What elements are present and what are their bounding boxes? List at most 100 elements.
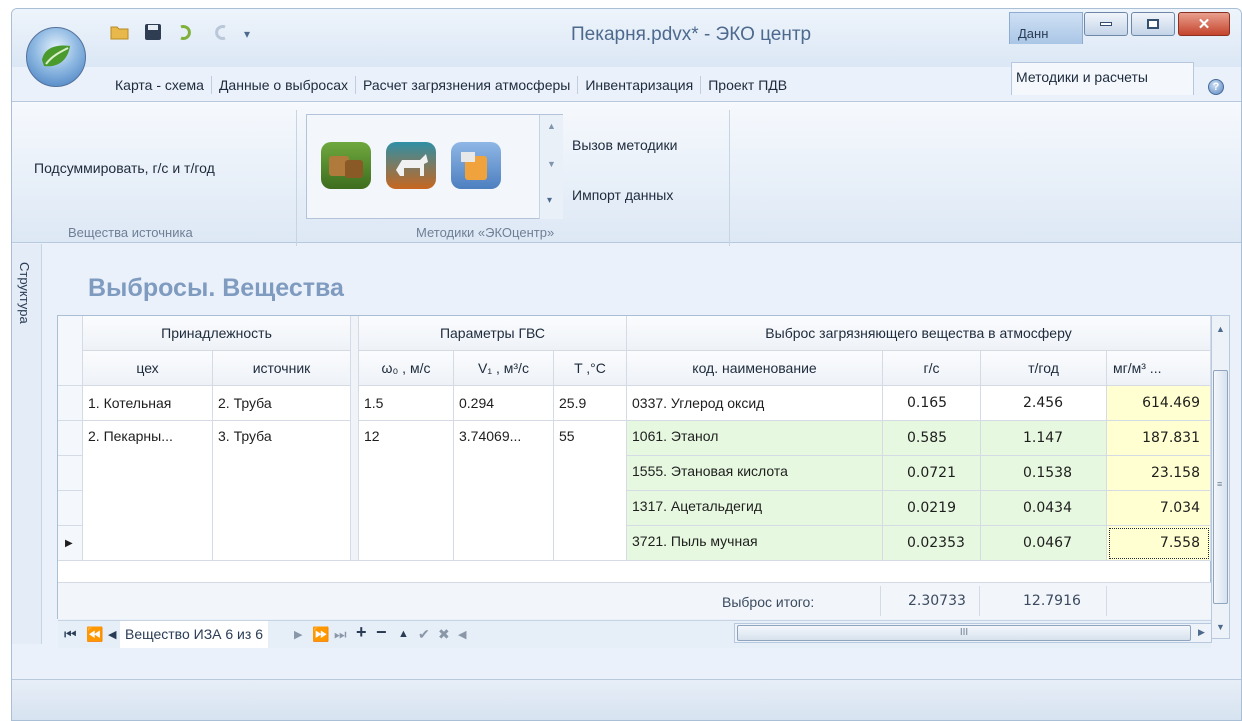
tab-methods[interactable]: Методики и расчеты — [1011, 62, 1194, 95]
cell-omega[interactable]: 1.5 — [359, 386, 454, 421]
bucket-paint-icon[interactable] — [451, 142, 501, 189]
import-data-button[interactable]: Импорт данных — [572, 187, 673, 203]
current-row-indicator-icon[interactable]: ▶ — [58, 526, 83, 561]
first-record-icon[interactable]: ⏮ — [64, 626, 77, 643]
call-method-button[interactable]: Вызов методики — [572, 137, 677, 153]
scroll-right-icon[interactable]: ▶ — [1198, 627, 1205, 638]
column-header-mg[interactable]: мг/м³ ... — [1107, 351, 1211, 386]
cell-tg[interactable]: 0.1538 — [981, 456, 1107, 491]
cell-omega[interactable]: 12 — [359, 421, 454, 561]
column-header-gs[interactable]: г/с — [883, 351, 981, 386]
cell-gs[interactable]: 0.02353 — [883, 526, 981, 561]
minimize-button[interactable] — [1084, 12, 1128, 36]
gallery-scroll[interactable]: ▲ ▼ ▾ — [539, 115, 563, 219]
total-gs: 2.30733 — [908, 593, 966, 609]
scroll-left-icon[interactable]: ◀ — [458, 628, 466, 641]
accept-edit-icon[interactable]: ✔ — [418, 626, 430, 643]
save-icon[interactable] — [144, 23, 162, 44]
grip-icon: ≡ — [1217, 479, 1223, 489]
scrollbar-thumb[interactable]: ≡ — [1213, 370, 1228, 604]
grid-footer: Выброс итого: 2.30733 12.7916 — [58, 583, 1211, 619]
add-record-icon[interactable]: + — [356, 622, 367, 643]
cell-substance[interactable]: 1061. Этанол — [627, 421, 883, 456]
column-header-substance[interactable]: код. наименование — [627, 351, 883, 386]
cell-substance[interactable]: 3721. Пыль мучная — [627, 526, 883, 561]
undo-icon[interactable] — [176, 23, 196, 44]
bakery-bread-icon[interactable] — [321, 142, 371, 189]
column-header-source[interactable]: источник — [213, 351, 351, 386]
cell-mg[interactable]: 614.469 — [1107, 386, 1211, 421]
scroll-up-icon[interactable]: ▲ — [1216, 324, 1225, 334]
hscroll-thumb[interactable]: III — [737, 625, 1191, 641]
cell-ceh[interactable]: 1. Котельная — [83, 386, 213, 421]
grid-vertical-scrollbar[interactable]: ▲ ≡ ▼ — [1211, 315, 1230, 639]
cell-volume[interactable]: 3.74069... — [454, 421, 554, 561]
cancel-edit-icon[interactable]: ✖ — [438, 626, 450, 643]
grid-horizontal-scrollbar[interactable]: III ▶ — [734, 623, 1212, 643]
cell-mg[interactable]: 23.158 — [1107, 456, 1211, 491]
column-header-ceh[interactable]: цех — [83, 351, 213, 386]
prev-record-icon[interactable]: ◀ — [108, 628, 116, 641]
cell-gs[interactable]: 0.0219 — [883, 491, 981, 526]
group-caption-methods: Методики «ЭКОцентр» — [416, 225, 555, 240]
column-header-temperature[interactable]: T ,°С — [554, 351, 627, 386]
last-record-icon[interactable]: ⏭ — [334, 626, 347, 643]
cell-ceh[interactable]: 2. Пекарны... — [83, 421, 213, 561]
column-header-tg[interactable]: т/год — [981, 351, 1107, 386]
row-selector[interactable] — [58, 491, 83, 526]
cell-substance[interactable]: 1317. Ацетальдегид — [627, 491, 883, 526]
sum-button[interactable]: Подсуммировать, г/с и т/год — [34, 160, 215, 176]
customize-toolbar-icon[interactable]: ▾ — [244, 27, 250, 41]
row-selector[interactable] — [58, 456, 83, 491]
new-row-area[interactable] — [58, 561, 1211, 583]
livestock-horse-icon[interactable] — [386, 142, 436, 189]
column-header-volume[interactable]: V₁ , м³/с — [454, 351, 554, 386]
cell-volume[interactable]: 0.294 — [454, 386, 554, 421]
row-selector[interactable] — [58, 386, 83, 421]
cell-gs[interactable]: 0.0721 — [883, 456, 981, 491]
column-splitter[interactable] — [351, 316, 359, 561]
tab-emission-data[interactable]: Данные о выбросах — [212, 76, 356, 94]
group-caption-substances: Вещества источника — [68, 225, 193, 240]
tab-inventory[interactable]: Инвентаризация — [578, 76, 702, 94]
cell-tg[interactable]: 1.147 — [981, 421, 1107, 456]
edit-record-icon[interactable]: ▲ — [398, 628, 409, 640]
cell-source[interactable]: 3. Труба — [213, 421, 351, 561]
close-button[interactable]: ✕ — [1178, 12, 1230, 36]
cell-tg[interactable]: 0.0434 — [981, 491, 1107, 526]
cell-gs[interactable]: 0.585 — [883, 421, 981, 456]
cell-mg[interactable]: 7.034 — [1107, 491, 1211, 526]
group-header-gvs: Параметры ГВС — [359, 316, 627, 351]
cell-gs[interactable]: 0.165 — [883, 386, 981, 421]
cell-tg[interactable]: 0.0467 — [981, 526, 1107, 561]
tab-map[interactable]: Карта - схема — [108, 76, 212, 94]
next-page-icon[interactable]: ⏩ — [312, 626, 329, 643]
cell-substance[interactable]: 1555. Этановая кислота — [627, 456, 883, 491]
scroll-down-icon[interactable]: ▼ — [1216, 622, 1225, 632]
context-tab[interactable]: Данн — [1009, 12, 1083, 44]
tab-pdv-project[interactable]: Проект ПДВ — [701, 76, 794, 94]
prev-page-icon[interactable]: ⏪ — [86, 626, 103, 643]
help-icon[interactable]: ? — [1208, 79, 1224, 95]
redo-icon[interactable] — [210, 23, 230, 44]
open-folder-icon[interactable] — [110, 24, 130, 43]
chevron-down-icon[interactable]: ▼ — [547, 159, 556, 169]
cell-mg-focused[interactable]: 7.558 — [1107, 526, 1211, 561]
gallery-more-icon[interactable]: ▾ — [547, 195, 552, 206]
status-bar — [12, 679, 1241, 720]
app-menu-button[interactable] — [26, 27, 86, 87]
cell-temperature[interactable]: 55 — [554, 421, 627, 561]
maximize-button[interactable] — [1131, 12, 1175, 36]
cell-source[interactable]: 2. Труба — [213, 386, 351, 421]
tab-pollution-calc[interactable]: Расчет загрязнения атмосферы — [356, 76, 579, 94]
row-selector[interactable] — [58, 421, 83, 456]
cell-temperature[interactable]: 25.9 — [554, 386, 627, 421]
cell-mg[interactable]: 187.831 — [1107, 421, 1211, 456]
cell-substance[interactable]: 0337. Углерод оксид — [627, 386, 883, 421]
cell-tg[interactable]: 2.456 — [981, 386, 1107, 421]
structure-sidebar[interactable]: Структура — [12, 244, 42, 644]
chevron-up-icon[interactable]: ▲ — [547, 121, 556, 131]
next-record-icon[interactable]: ▶ — [294, 628, 302, 641]
column-header-omega[interactable]: ω₀ , м/с — [359, 351, 454, 386]
delete-record-icon[interactable]: − — [376, 622, 387, 643]
